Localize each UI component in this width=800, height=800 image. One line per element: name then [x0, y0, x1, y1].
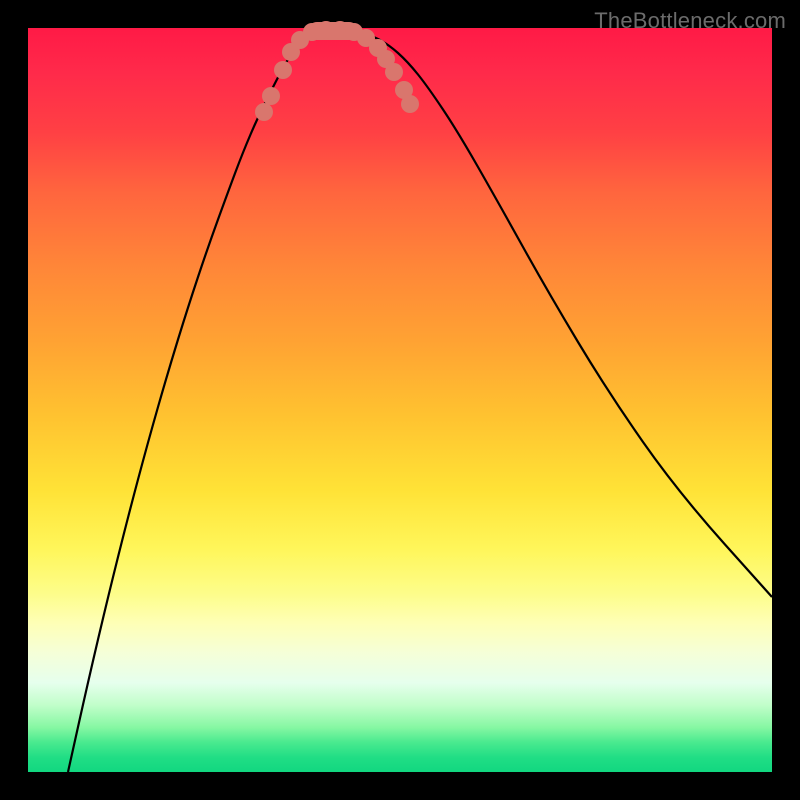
highlight-markers [255, 21, 419, 121]
bottleneck-curve [68, 30, 772, 772]
highlight-marker [401, 95, 419, 113]
chart-svg [28, 28, 772, 772]
highlight-marker [262, 87, 280, 105]
highlight-marker [274, 61, 292, 79]
watermark-text: TheBottleneck.com [594, 8, 786, 34]
highlight-marker [385, 63, 403, 81]
highlight-marker [255, 103, 273, 121]
chart-plot-area [28, 28, 772, 772]
chart-frame: TheBottleneck.com [0, 0, 800, 800]
